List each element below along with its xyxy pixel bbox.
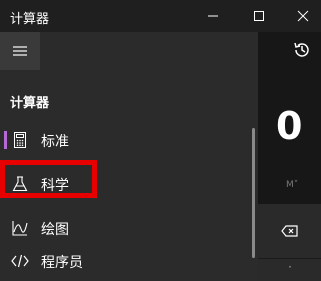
- partial-key[interactable]: ·: [280, 260, 300, 280]
- navigation-pane: 计算器 标准 科学 绘图 程序员: [0, 32, 258, 281]
- nav-item-label: 绘图: [41, 222, 69, 238]
- history-icon[interactable]: [292, 40, 312, 60]
- minimize-icon: [208, 15, 218, 17]
- scrollbar[interactable]: [252, 128, 255, 258]
- app-title: 计算器: [10, 12, 50, 27]
- maximize-icon: [254, 11, 264, 21]
- keypad-divider: [258, 258, 321, 259]
- title-bar: 计算器: [0, 0, 321, 32]
- hamburger-icon: [13, 46, 27, 56]
- close-icon: [297, 10, 309, 22]
- maximize-button[interactable]: [236, 0, 282, 32]
- highlight-annotation-box: [0, 160, 97, 198]
- display-value: 0: [276, 104, 303, 148]
- nav-heading: 计算器: [10, 96, 50, 111]
- nav-item-label: 标准: [41, 134, 69, 150]
- hamburger-button[interactable]: [0, 32, 40, 70]
- close-button[interactable]: [280, 0, 321, 32]
- backspace-icon: [280, 225, 298, 237]
- nav-item-label: 程序员: [41, 255, 83, 271]
- memory-list-button[interactable]: M˅: [286, 180, 298, 190]
- nav-item-programmer[interactable]: 程序员: [0, 242, 250, 280]
- minimize-button[interactable]: [190, 0, 236, 32]
- code-icon: [11, 252, 29, 270]
- standard-calculator-icon: [11, 131, 29, 149]
- nav-item-standard[interactable]: 标准: [0, 121, 250, 159]
- selected-indicator: [4, 131, 7, 149]
- backspace-button[interactable]: [258, 206, 321, 256]
- graph-icon: [11, 219, 29, 237]
